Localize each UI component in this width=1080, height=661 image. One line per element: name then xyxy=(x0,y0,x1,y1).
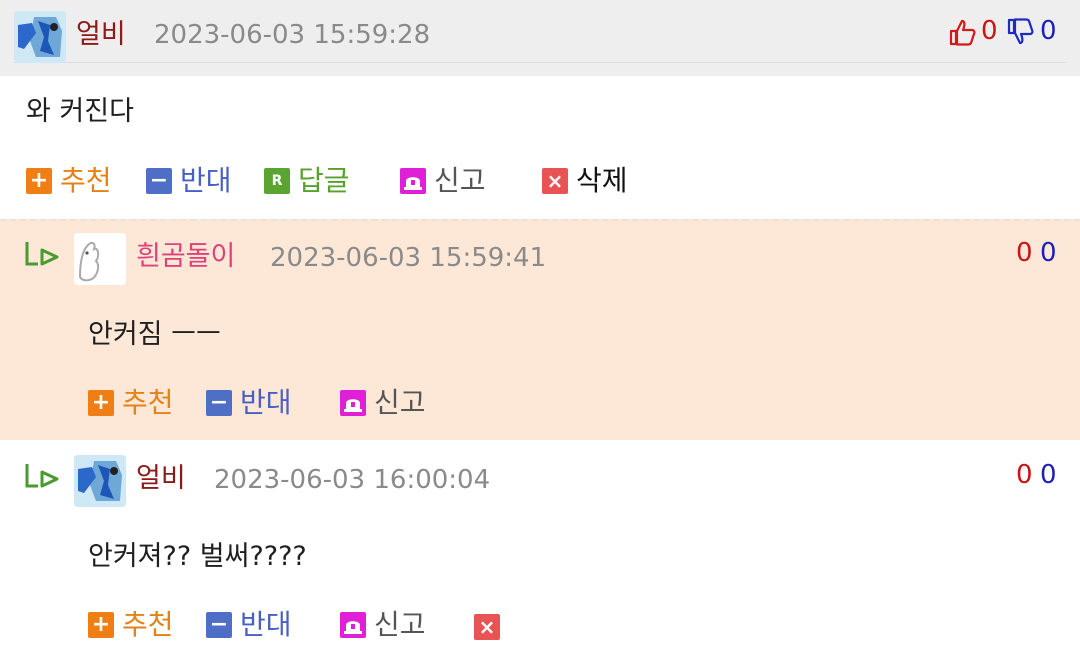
comment-date: 2023-06-03 16:00:04 xyxy=(214,465,491,495)
recommend-button[interactable]: + 추천 xyxy=(88,608,174,642)
like-count: 0 xyxy=(981,16,998,46)
avatar[interactable] xyxy=(14,11,66,63)
minus-icon: − xyxy=(206,390,232,416)
divider xyxy=(14,62,1066,63)
comment-date: 2023-06-03 15:59:28 xyxy=(154,20,431,50)
dislike-count: 0 xyxy=(1040,460,1057,490)
plus-icon: + xyxy=(26,168,52,194)
avatar[interactable] xyxy=(74,233,126,285)
dislike-count: 0 xyxy=(1040,16,1057,46)
oppose-label: 반대 xyxy=(240,608,292,641)
like-count: 0 xyxy=(1016,238,1033,268)
thumbs-up-icon[interactable] xyxy=(948,18,976,46)
recommend-button[interactable]: + 추천 xyxy=(26,164,112,198)
plus-icon: + xyxy=(88,390,114,416)
comment-author[interactable]: 흰곰돌이 xyxy=(136,240,235,274)
reply-label: 답글 xyxy=(298,164,350,197)
comment-content: 안커져?? 벌써???? xyxy=(88,541,307,572)
plus-icon: + xyxy=(88,612,114,638)
recommend-label: 추천 xyxy=(122,608,174,641)
oppose-button[interactable]: − 반대 xyxy=(206,386,292,420)
x-icon: × xyxy=(474,614,500,640)
reply-button[interactable]: R 답글 xyxy=(264,164,350,198)
oppose-button[interactable]: − 반대 xyxy=(146,164,232,198)
x-icon: × xyxy=(542,168,568,194)
like-count: 0 xyxy=(1016,460,1033,490)
r-icon: R xyxy=(264,168,290,194)
comment-author[interactable]: 얼비 xyxy=(76,18,126,52)
minus-icon: − xyxy=(146,168,172,194)
report-label: 신고 xyxy=(374,608,426,641)
comment-author[interactable]: 얼비 xyxy=(136,462,186,496)
report-button[interactable]: 신고 xyxy=(400,164,486,198)
oppose-label: 반대 xyxy=(240,386,292,419)
avatar[interactable] xyxy=(74,455,126,507)
siren-icon xyxy=(340,390,366,416)
delete-label: 삭제 xyxy=(576,164,628,197)
reply-arrow-icon xyxy=(24,462,60,492)
reply-arrow-icon xyxy=(24,240,60,270)
delete-button[interactable]: × xyxy=(474,614,500,640)
comment-date: 2023-06-03 15:59:41 xyxy=(270,243,547,273)
dislike-count: 0 xyxy=(1040,238,1057,268)
report-button[interactable]: 신고 xyxy=(340,608,426,642)
delete-button[interactable]: × 삭제 xyxy=(542,164,628,198)
recommend-label: 추천 xyxy=(60,164,112,197)
report-button[interactable]: 신고 xyxy=(340,386,426,420)
siren-icon xyxy=(400,168,426,194)
recommend-button[interactable]: + 추천 xyxy=(88,386,174,420)
recommend-label: 추천 xyxy=(122,386,174,419)
thumbs-down-icon[interactable] xyxy=(1006,18,1034,46)
siren-icon xyxy=(340,612,366,638)
report-label: 신고 xyxy=(434,164,486,197)
report-label: 신고 xyxy=(374,386,426,419)
comment-content: 와 커진다 xyxy=(26,96,134,127)
oppose-label: 반대 xyxy=(180,164,232,197)
minus-icon: − xyxy=(206,612,232,638)
comment-content: 안커짐 ㅡㅡ xyxy=(88,319,221,350)
oppose-button[interactable]: − 반대 xyxy=(206,608,292,642)
